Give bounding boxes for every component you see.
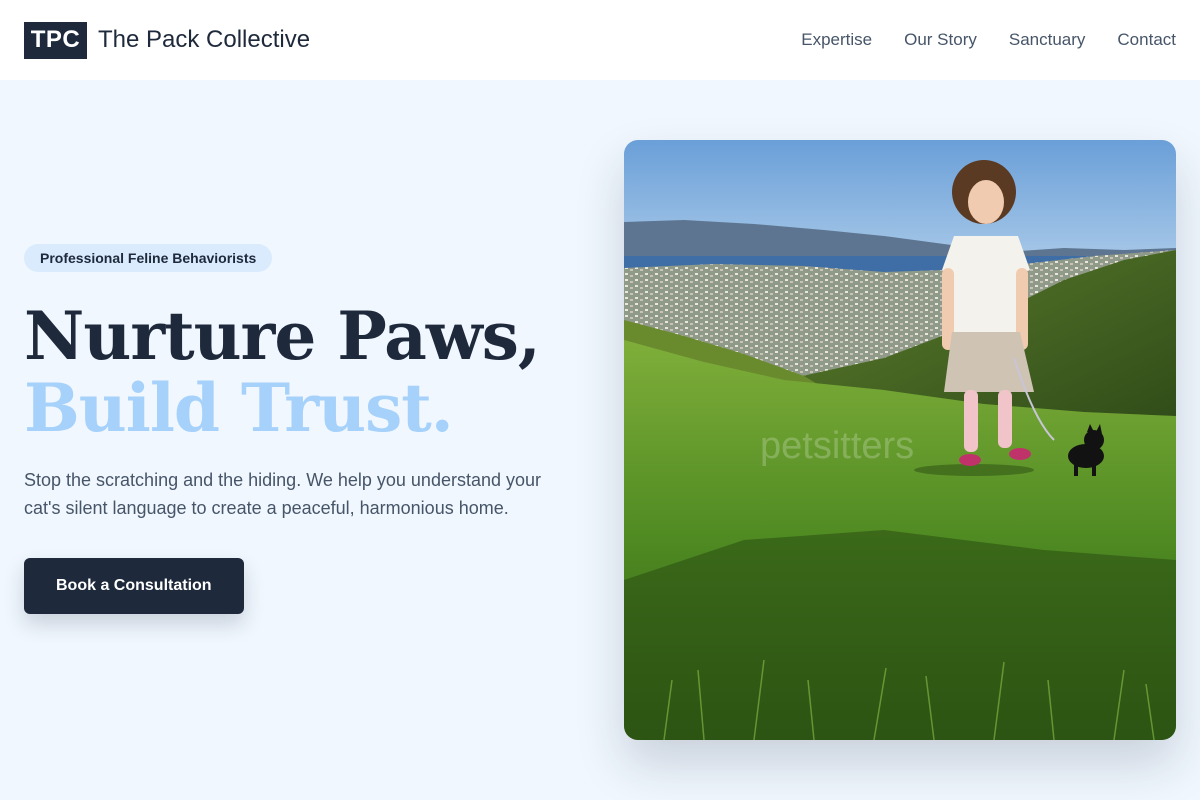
brand-logo[interactable]: TPC The Pack Collective [24, 21, 311, 59]
nav-link-expertise[interactable]: Expertise [801, 30, 872, 50]
main-nav: Expertise Our Story Sanctuary Contact [801, 30, 1176, 50]
hero-badge: Professional Feline Behaviorists [24, 244, 273, 272]
nav-link-sanctuary[interactable]: Sanctuary [1009, 30, 1086, 50]
hero-content: Professional Feline Behaviorists Nurture… [24, 244, 584, 614]
photo-watermark-text: petsitters [760, 425, 914, 467]
headline-line-1: Nurture Paws, [24, 297, 541, 375]
hero-description: Stop the scratching and the hiding. We h… [24, 470, 542, 518]
hero-headline: Nurture Paws, Build Trust. [24, 300, 584, 444]
site-header: TPC The Pack Collective Expertise Our St… [0, 0, 1200, 80]
nav-link-our-story[interactable]: Our Story [904, 30, 977, 50]
headline-line-2: Build Trust. [24, 369, 454, 447]
nav-link-contact[interactable]: Contact [1117, 30, 1176, 50]
brand-monogram: TPC [24, 21, 87, 59]
book-consultation-button[interactable]: Book a Consultation [24, 558, 244, 614]
brand-name: The Pack Collective [98, 26, 311, 53]
hero-photo: petsitters [624, 140, 1176, 740]
